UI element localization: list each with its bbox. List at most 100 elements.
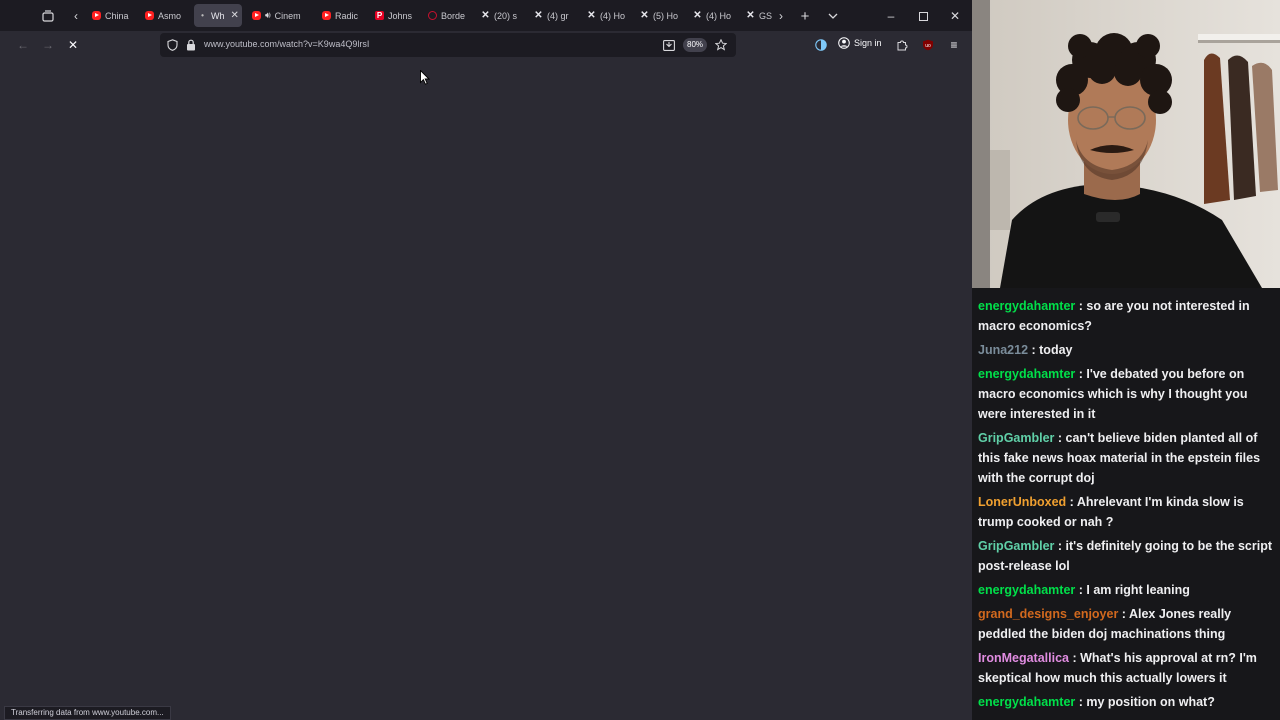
tab-label: Radic <box>335 10 359 21</box>
p-icon: P <box>375 11 384 20</box>
new-tab-button[interactable]: + <box>794 5 816 27</box>
tab-label: (20) s <box>494 10 518 21</box>
chat-username[interactable]: IronMegatallica <box>978 651 1069 665</box>
chat-username[interactable]: grand_designs_enjoyer <box>978 607 1118 621</box>
x-icon: ✕ <box>746 10 755 21</box>
stop-loading-button[interactable]: ✕ <box>63 35 83 55</box>
chat-username[interactable]: energydahamter <box>978 367 1075 381</box>
youtube-icon <box>322 11 331 20</box>
close-window-button[interactable]: ✕ <box>944 5 966 27</box>
tab-x-2[interactable]: ✕ (4) gr <box>530 4 578 27</box>
chat-username[interactable]: LonerUnboxed <box>978 495 1066 509</box>
scroll-tabs-right-button[interactable]: › <box>770 5 792 27</box>
tab-label: (4) Ho <box>706 10 732 21</box>
chat-message: Juna212 : today <box>978 340 1276 360</box>
lock-icon[interactable] <box>183 37 199 53</box>
chat-message: energydahamter : I've debated you before… <box>978 364 1276 424</box>
tab-asmo[interactable]: Asmo <box>141 4 191 27</box>
chat-message: grand_designs_enjoyer : Alex Jones reall… <box>978 604 1276 644</box>
browser-window: ‹ China Asmo • Wh ✕ 🔊︎ Cinem Radic P Joh… <box>0 0 972 720</box>
tab-johns[interactable]: P Johns <box>371 4 417 27</box>
url-bar[interactable]: www.youtube.com/watch?v=K9wa4Q9lrsI 80% <box>160 33 736 57</box>
back-button[interactable]: ← <box>13 35 33 55</box>
contrast-icon <box>815 39 827 51</box>
hamburger-menu-icon: ≡ <box>950 38 958 52</box>
arrow-right-icon: → <box>42 38 54 52</box>
chat-message: energydahamter : I am right leaning <box>978 580 1276 600</box>
tab-overview-button[interactable] <box>37 5 59 27</box>
speaker-icon[interactable]: 🔊︎ <box>265 10 271 21</box>
tab-china[interactable]: China <box>88 4 138 27</box>
app-menu-button[interactable]: ≡ <box>944 35 964 55</box>
chat-username[interactable]: GripGambler <box>978 431 1054 445</box>
minimize-icon: – <box>887 9 895 23</box>
sign-in-label: Sign in <box>854 38 882 48</box>
tab-label: Cinem <box>274 10 301 21</box>
chat-message-text: : my position on what? <box>1075 695 1215 709</box>
chevron-left-icon: ‹ <box>74 9 78 23</box>
tab-x-1[interactable]: ✕ (20) s <box>477 4 525 27</box>
navigation-bar: ← → ✕ www.youtube.com/watch?v=K9wa4Q9lrs… <box>0 31 972 59</box>
streamer-webcam-image <box>972 0 1280 288</box>
minimize-button[interactable]: – <box>880 5 902 27</box>
list-all-tabs-button[interactable] <box>822 5 844 27</box>
chat-username[interactable]: Juna212 <box>978 343 1028 357</box>
x-icon: ✕ <box>481 10 490 21</box>
puzzle-icon <box>897 40 908 51</box>
chat-message: IronMegatallica : What's his approval at… <box>978 648 1276 688</box>
chat-message: energydahamter : so are you not interest… <box>978 296 1276 336</box>
chat-message: GripGambler : can't believe biden plante… <box>978 428 1276 488</box>
dark-mode-toggle[interactable] <box>811 35 831 55</box>
svg-text:uo: uo <box>925 43 931 49</box>
plus-icon: + <box>800 7 810 25</box>
chat-message-list: energydahamter : so are you not interest… <box>978 296 1276 716</box>
youtube-icon <box>252 11 261 20</box>
tab-active[interactable]: • Wh ✕ <box>194 4 242 27</box>
tab-x-4[interactable]: ✕ (5) Ho <box>636 4 684 27</box>
chevron-right-icon: › <box>779 9 783 23</box>
chat-message-text: : today <box>1028 343 1073 357</box>
extensions-button[interactable] <box>892 35 912 55</box>
status-bar: Transferring data from www.youtube.com..… <box>4 706 171 720</box>
tab-strip: ‹ China Asmo • Wh ✕ 🔊︎ Cinem Radic P Joh… <box>0 0 972 31</box>
chat-message: GripGambler : it's definitely going to b… <box>978 536 1276 576</box>
chat-username[interactable]: GripGambler <box>978 539 1054 553</box>
tracking-protection-icon[interactable] <box>164 37 180 53</box>
tab-label: China <box>105 10 129 21</box>
tab-x-3[interactable]: ✕ (4) Ho <box>583 4 631 27</box>
zoom-level-badge[interactable]: 80% <box>683 38 708 52</box>
url-text[interactable]: www.youtube.com/watch?v=K9wa4Q9lrsI <box>204 39 369 49</box>
account-icon <box>838 37 850 49</box>
tab-label: (4) Ho <box>600 10 626 21</box>
tab-borde[interactable]: Borde <box>424 4 472 27</box>
chevron-down-icon <box>828 13 838 19</box>
tab-label: Wh <box>211 10 225 21</box>
tab-radic[interactable]: Radic <box>318 4 364 27</box>
tab-label: (4) gr <box>547 10 569 21</box>
maximize-icon <box>918 11 928 21</box>
x-icon: ✕ <box>640 10 649 21</box>
maximize-button[interactable] <box>912 5 934 27</box>
ring-icon <box>428 11 437 20</box>
forward-button[interactable]: → <box>38 35 58 55</box>
tab-cinem[interactable]: 🔊︎ Cinem <box>248 4 308 27</box>
chat-username[interactable]: energydahamter <box>978 583 1075 597</box>
webcam-feed <box>972 0 1280 288</box>
x-icon: ✕ <box>587 10 596 21</box>
ublock-extension-button[interactable]: uo <box>918 35 938 55</box>
ublock-icon: uo <box>923 39 933 51</box>
chat-username[interactable]: energydahamter <box>978 695 1075 709</box>
chat-username[interactable]: energydahamter <box>978 299 1075 313</box>
close-tab-icon[interactable]: ✕ <box>231 10 239 21</box>
tab-x-5[interactable]: ✕ (4) Ho <box>689 4 737 27</box>
x-icon: ✕ <box>534 10 543 21</box>
scroll-tabs-left-button[interactable]: ‹ <box>65 5 87 27</box>
x-icon: ✕ <box>693 10 702 21</box>
sign-in-button[interactable]: Sign in <box>838 37 882 49</box>
download-page-icon[interactable] <box>661 37 677 53</box>
bookmark-star-icon[interactable] <box>713 37 729 53</box>
live-chat-panel: energydahamter : so are you not interest… <box>972 288 1280 720</box>
chat-message-text: : I am right leaning <box>1075 583 1190 597</box>
tab-overview-icon <box>42 10 54 22</box>
mouse-cursor-icon <box>420 70 430 85</box>
